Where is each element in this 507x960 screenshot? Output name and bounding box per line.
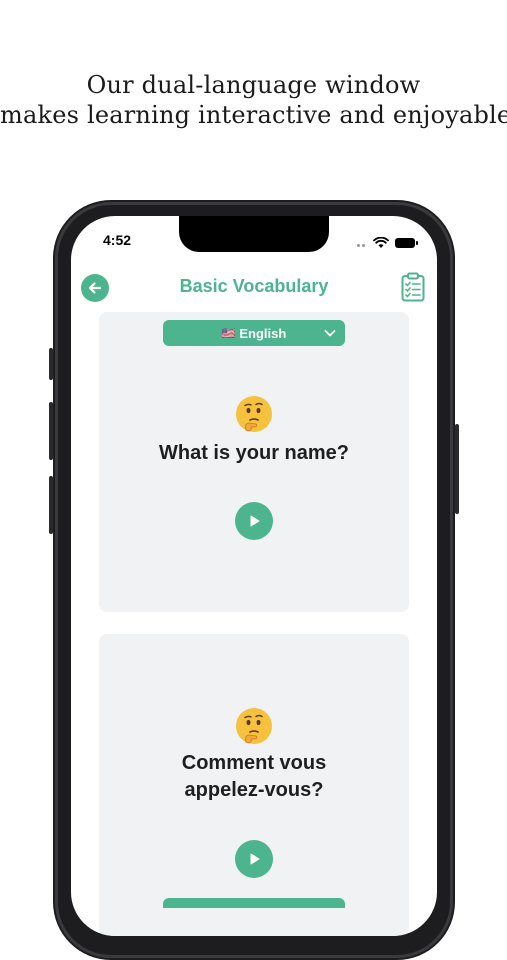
phone-volume-down bbox=[49, 476, 53, 534]
headline-line-2: makes learning interactive and enjoyable bbox=[0, 101, 507, 129]
thinking-face-icon bbox=[236, 708, 272, 744]
page-title: Basic Vocabulary bbox=[179, 276, 329, 296]
phrase-line-2: appelez-vous? bbox=[184, 779, 324, 801]
clipboard-checklist-icon[interactable] bbox=[401, 272, 425, 302]
phrase-line-1: Comment vous bbox=[181, 752, 327, 774]
phrase-card-english: 🇺🇸 English What is your name? bbox=[99, 312, 409, 612]
phrase-text-english: What is your name? bbox=[158, 442, 350, 464]
headline-line-1: Our dual-language window bbox=[86, 71, 421, 99]
phone-notch bbox=[179, 216, 329, 252]
thinking-face-icon bbox=[236, 396, 272, 432]
cell-signal-icon bbox=[357, 234, 367, 252]
status-icons bbox=[357, 234, 418, 252]
battery-icon bbox=[395, 238, 418, 248]
phrase-text-french: Comment vous appelez-vous? bbox=[99, 750, 409, 804]
phone-power-button bbox=[455, 424, 459, 514]
play-icon bbox=[250, 853, 260, 865]
language-dropdown[interactable]: 🇺🇸 English bbox=[163, 320, 345, 346]
play-icon bbox=[250, 515, 260, 527]
play-audio-button[interactable] bbox=[235, 840, 273, 878]
phone-silent-switch bbox=[49, 348, 53, 380]
phone-volume-up bbox=[49, 402, 53, 460]
chevron-down-icon bbox=[324, 330, 336, 337]
wifi-icon bbox=[373, 237, 389, 248]
marketing-headline: Our dual-language window makes learning … bbox=[0, 70, 507, 130]
language-dropdown-label: English bbox=[239, 325, 287, 341]
phrase-card-french: Comment vous appelez-vous? bbox=[99, 634, 409, 936]
us-flag-icon: 🇺🇸 bbox=[221, 327, 236, 340]
status-time: 4:52 bbox=[103, 232, 132, 248]
phone-screen: 4:52 Basic Vocabulary 🇺🇸 English What is… bbox=[71, 216, 437, 936]
play-audio-button[interactable] bbox=[235, 502, 273, 540]
